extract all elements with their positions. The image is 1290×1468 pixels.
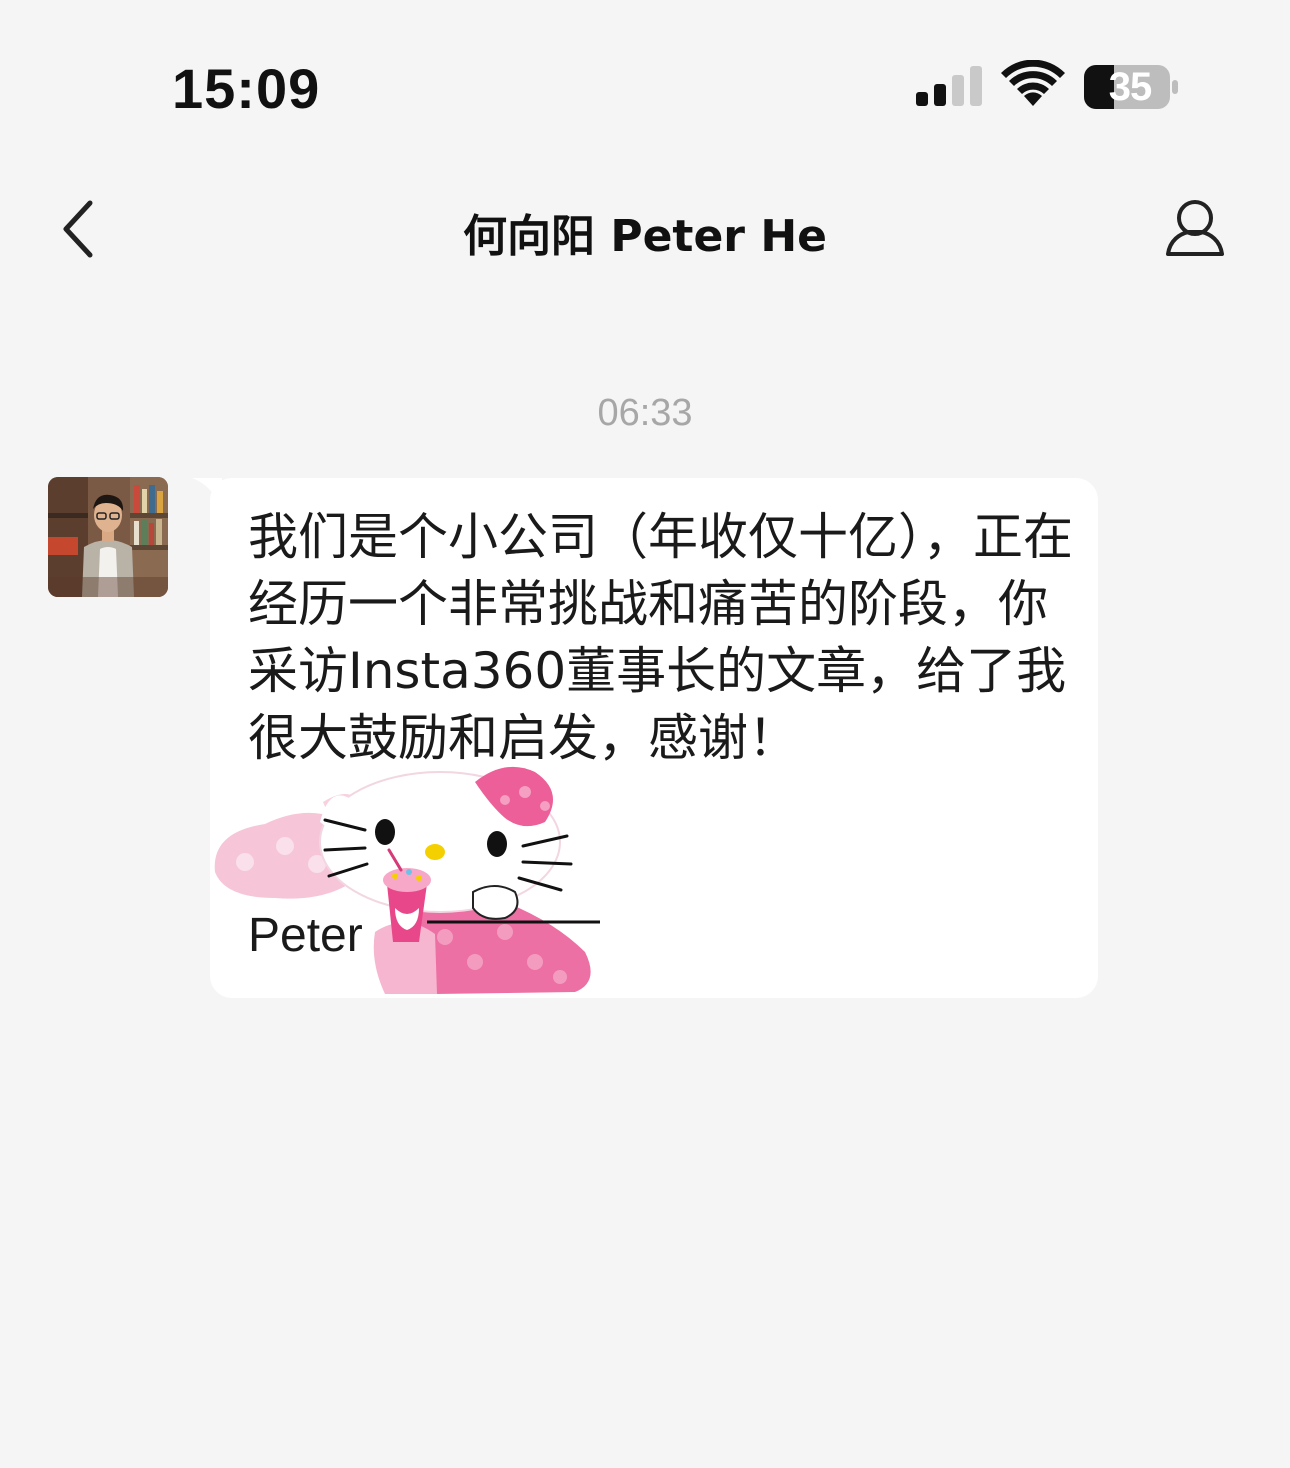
message-text[interactable]: 我们是个小公司（年收仅十亿），正在经历一个非常挑战和痛苦的阶段，你采访Insta…	[248, 504, 1073, 772]
chat-title: 何向阳 Peter He	[463, 211, 827, 262]
message-signature: Peter	[248, 909, 363, 962]
cellular-signal-icon	[916, 66, 982, 106]
status-bar: 15:09 35	[0, 0, 1290, 140]
chat-header: 何向阳 Peter He	[0, 170, 1290, 290]
back-button[interactable]	[50, 195, 110, 265]
avatar-image	[48, 477, 168, 597]
wifi-icon	[1001, 60, 1065, 106]
status-time: 15:09	[172, 57, 321, 120]
sender-avatar[interactable]	[48, 477, 168, 597]
battery-level: 35	[1108, 65, 1153, 109]
chat-info-button[interactable]	[1160, 194, 1230, 264]
person-icon	[1166, 200, 1224, 256]
chevron-left-icon	[63, 200, 93, 258]
message-timestamp: 06:33	[597, 392, 693, 434]
